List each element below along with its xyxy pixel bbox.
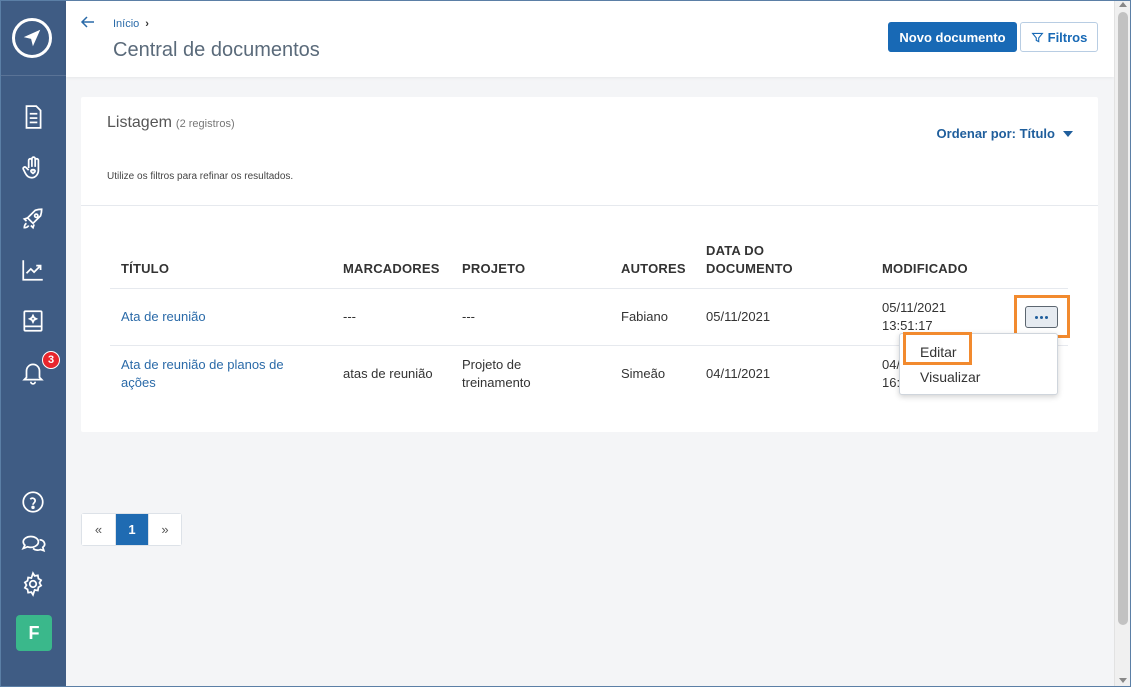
column-header-project[interactable]: PROJETO <box>462 260 525 278</box>
chat-icon[interactable] <box>18 528 48 558</box>
settings-icon[interactable] <box>18 569 48 599</box>
vertical-scrollbar[interactable] <box>1114 0 1131 687</box>
menu-item-view[interactable]: Visualizar <box>920 369 980 385</box>
scroll-down-arrow-icon[interactable] <box>1119 678 1127 683</box>
breadcrumb-home-link[interactable]: Início <box>113 18 139 30</box>
row-title-link[interactable]: Ata de reunião de planos de ações <box>121 356 311 392</box>
page-header: Início › Central de documentos Novo docu… <box>66 0 1114 77</box>
card-divider <box>81 205 1098 206</box>
column-header-title[interactable]: TÍTULO <box>121 260 169 278</box>
row-title-link[interactable]: Ata de reunião <box>121 308 206 326</box>
pagination-next[interactable]: » <box>148 514 181 545</box>
rocket-icon[interactable] <box>18 204 48 234</box>
listing-count: (2 registros) <box>175 118 235 130</box>
filters-button-label: Filtros <box>1047 29 1088 45</box>
sort-dropdown[interactable]: Ordenar por: Título <box>937 126 1073 141</box>
actions-button-highlight <box>1014 295 1070 338</box>
row-project: --- <box>462 309 475 324</box>
listing-title-text: Listagem <box>107 114 172 131</box>
sidebar-divider <box>0 75 66 76</box>
row-project: Projeto de treinamento <box>462 357 531 390</box>
row-modified: 05/11/2021 13:51:17 <box>882 300 947 333</box>
row-document-date: 04/11/2021 <box>706 366 771 381</box>
breadcrumb: Início › <box>113 18 149 30</box>
hand-heart-icon[interactable] <box>18 153 48 183</box>
row-tags: atas de reunião <box>343 366 433 381</box>
column-header-modified[interactable]: MODIFICADO <box>882 260 968 278</box>
row-document-date: 05/11/2021 <box>706 309 771 324</box>
pagination-prev[interactable]: « <box>82 514 115 545</box>
scrollbar-thumb[interactable] <box>1118 12 1128 625</box>
filters-button[interactable]: Filtros <box>1020 22 1098 52</box>
row-tags: --- <box>343 309 356 324</box>
header-row-divider <box>110 288 1068 289</box>
column-header-tags[interactable]: MARCADORES <box>343 260 440 278</box>
scroll-up-arrow-icon[interactable] <box>1119 2 1127 7</box>
caret-down-icon <box>1063 130 1073 137</box>
column-header-authors[interactable]: AUTORES <box>621 260 686 278</box>
chart-icon[interactable] <box>18 255 48 285</box>
pagination: « 1 » <box>81 513 182 546</box>
funnel-icon <box>1031 32 1044 42</box>
listing-title: Listagem (2 registros) <box>107 114 235 132</box>
page-title: Central de documentos <box>113 39 320 61</box>
logo-icon[interactable] <box>12 18 52 58</box>
column-header-document-date[interactable]: DATA DO DOCUMENTO <box>706 242 816 278</box>
user-avatar[interactable]: F <box>16 615 52 651</box>
new-document-button[interactable]: Novo documento <box>888 22 1017 52</box>
row-authors: Fabiano <box>621 309 668 324</box>
filter-hint: Utilize os filtros para refinar os resul… <box>107 171 294 182</box>
sort-label: Ordenar por: Título <box>936 126 1055 141</box>
pagination-page-1[interactable]: 1 <box>115 514 148 545</box>
help-icon[interactable] <box>18 487 48 517</box>
listing-card: Listagem (2 registros) Ordenar por: Títul… <box>81 97 1098 432</box>
edit-item-highlight <box>903 332 972 365</box>
breadcrumb-separator: › <box>145 18 149 30</box>
sidebar: 3 F <box>0 0 66 687</box>
back-arrow-icon[interactable] <box>80 14 96 30</box>
book-sparkle-icon[interactable] <box>18 306 48 336</box>
notification-badge: 3 <box>42 351 60 369</box>
document-icon[interactable] <box>18 102 48 132</box>
row-authors: Simeão <box>621 366 666 381</box>
